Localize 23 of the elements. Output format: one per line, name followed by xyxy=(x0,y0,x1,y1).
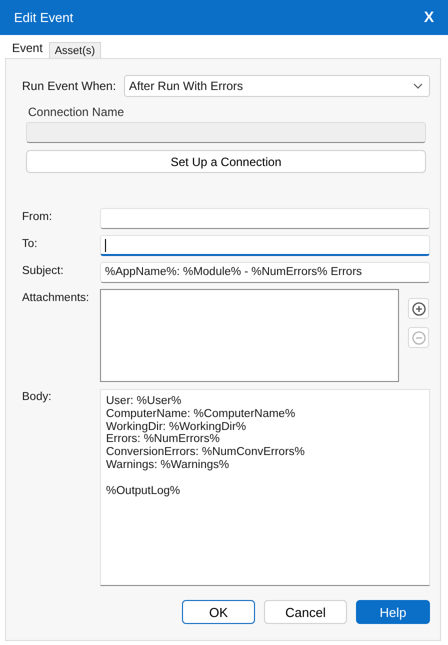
window-title: Edit Event xyxy=(14,10,74,25)
chevron-down-icon xyxy=(413,83,423,89)
input-field[interactable] xyxy=(100,208,430,229)
dialog-button[interactable]: OK xyxy=(182,600,255,624)
field-label: From: xyxy=(22,210,54,223)
run-event-dropdown[interactable]: After Run With Errors xyxy=(124,75,430,97)
field-label: To: xyxy=(22,237,38,250)
plus-icon xyxy=(412,302,426,316)
attachments-list[interactable] xyxy=(100,289,399,382)
close-button[interactable]: X xyxy=(424,9,434,26)
input-field[interactable] xyxy=(100,235,430,256)
field-label: Run Event When: xyxy=(22,79,118,93)
dialog-button[interactable]: Help xyxy=(356,600,430,624)
field-label: Subject: xyxy=(22,264,65,277)
body-field[interactable]: User: %User% ComputerName: %ComputerName% WorkingDir: %WorkingDir% Errors: %NumErrors% ConversionErrors: %NumConvErrors% Warnings: %Warnings% %OutputLog% xyxy=(100,389,430,586)
input-field[interactable]: %AppName%: %Module% - %NumErrors% Errors xyxy=(100,262,430,283)
add-button[interactable] xyxy=(408,298,429,319)
tab[interactable]: Asset(s) xyxy=(48,42,102,58)
field-label: Body: xyxy=(22,390,52,403)
dialog-button[interactable]: Cancel xyxy=(264,600,347,624)
field-label: Connection Name xyxy=(28,105,126,119)
field-label: Attachments: xyxy=(22,291,90,304)
minus-icon xyxy=(412,330,426,344)
